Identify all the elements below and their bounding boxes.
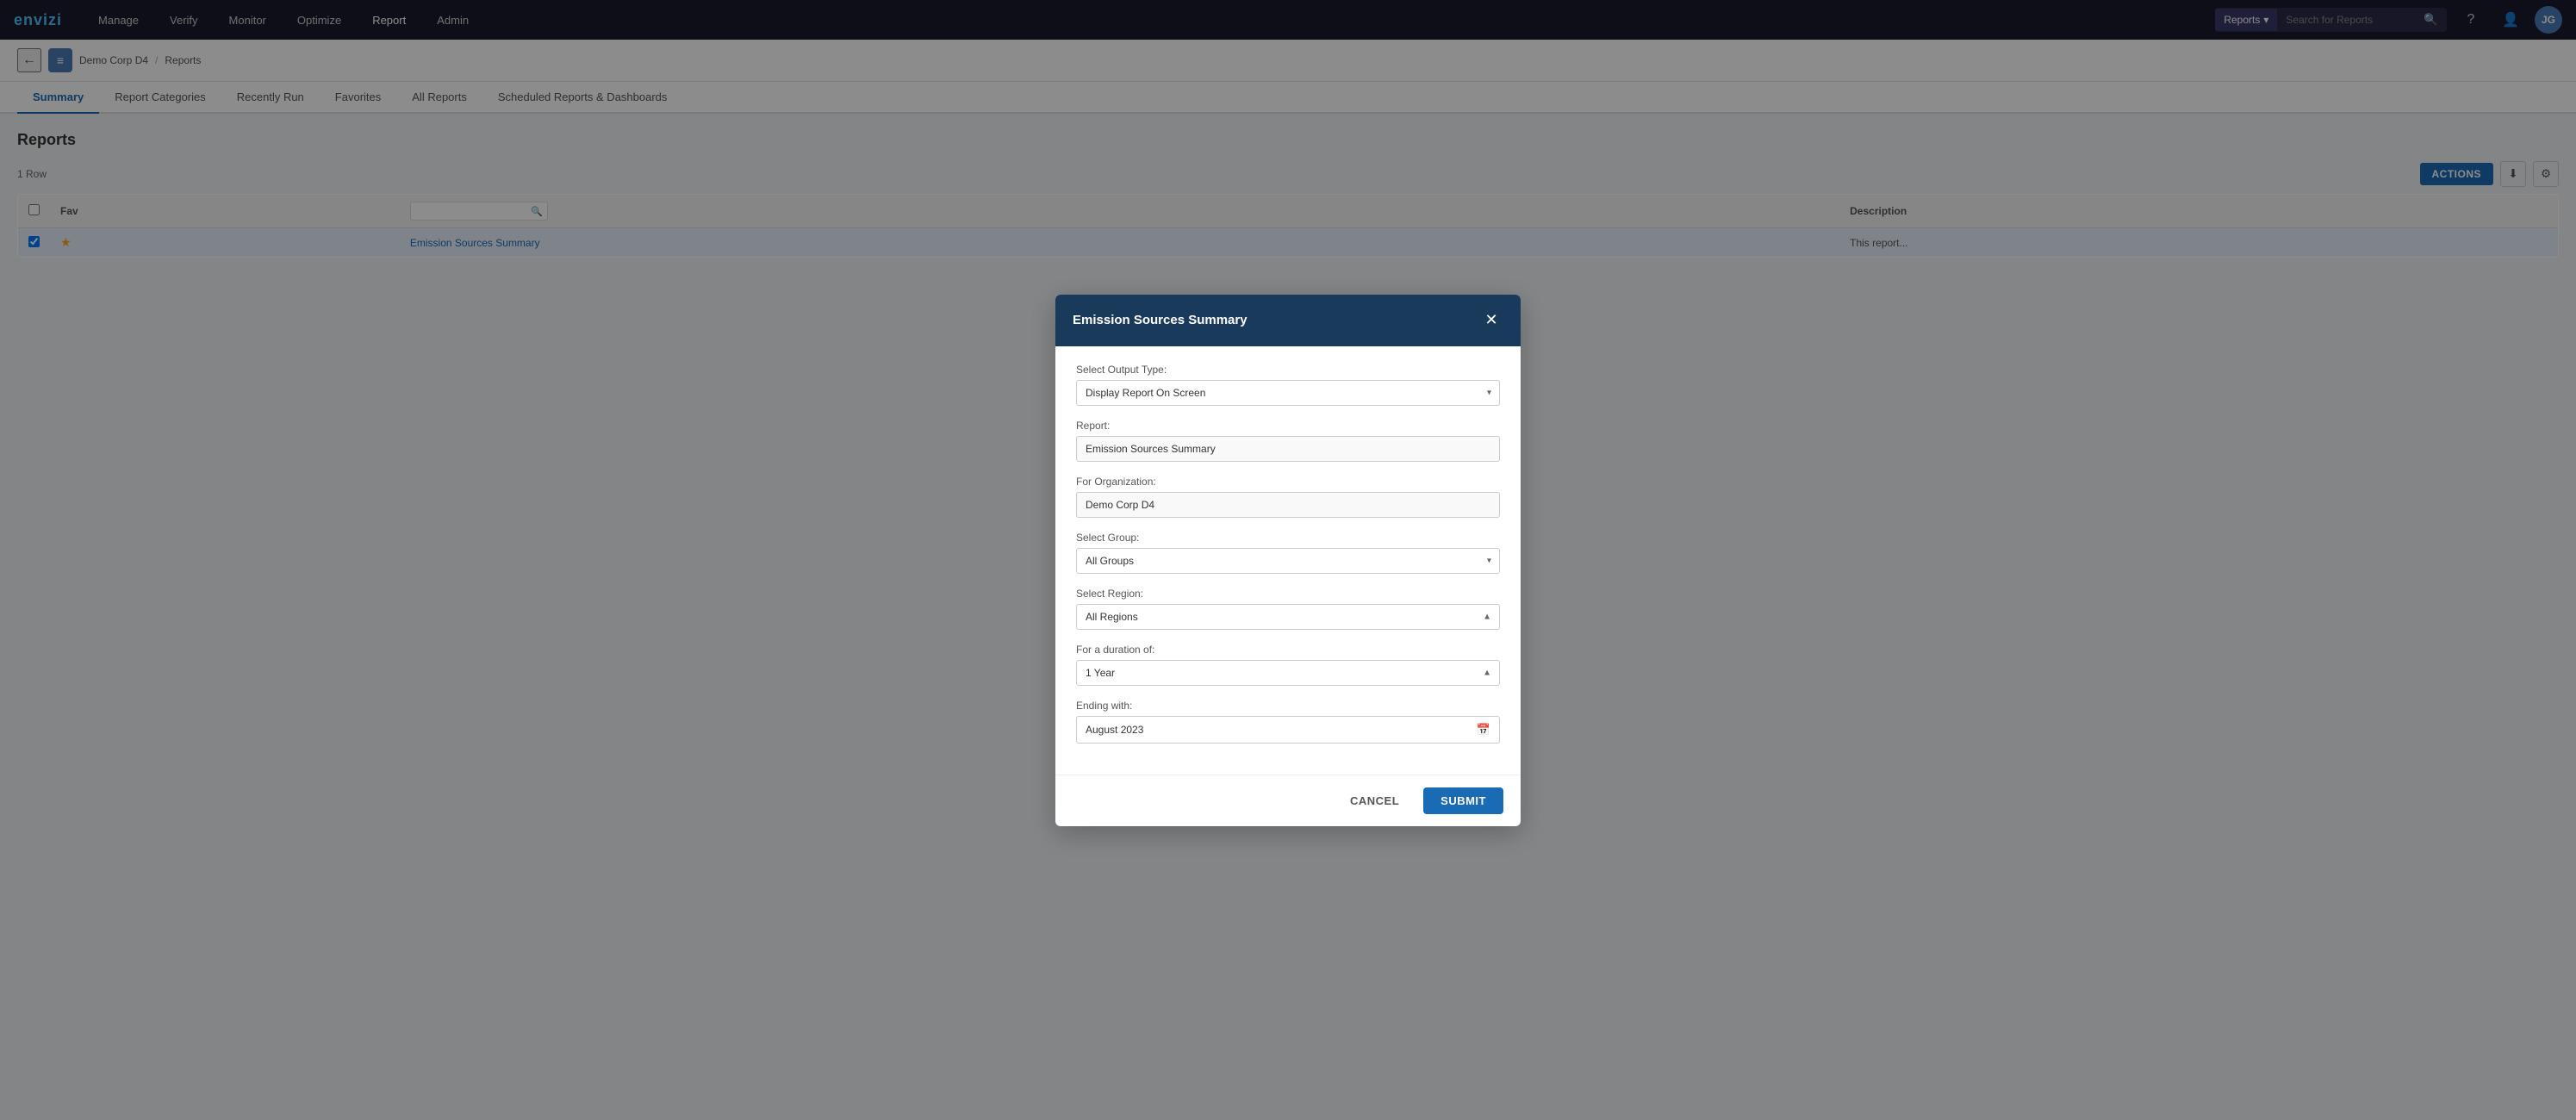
output-type-select[interactable]: Display Report On Screen Download as PDF… — [1076, 380, 1500, 406]
region-label: Select Region: — [1076, 588, 1500, 600]
ending-date-wrapper: 📅 — [1076, 716, 1500, 744]
calendar-icon[interactable]: 📅 — [1477, 723, 1490, 737]
org-input — [1076, 492, 1500, 518]
modal-overlay[interactable]: Emission Sources Summary ✕ Select Output… — [0, 0, 2576, 1120]
org-label: For Organization: — [1076, 476, 1500, 488]
region-select-wrapper: All Regions Region A Region B ▲ — [1076, 604, 1500, 630]
ending-label: Ending with: — [1076, 700, 1500, 712]
ending-date-input[interactable] — [1086, 724, 1470, 736]
close-icon: ✕ — [1484, 311, 1497, 329]
group-group: Select Group: All Groups Group A Group B… — [1076, 532, 1500, 574]
modal-header: Emission Sources Summary ✕ — [1055, 295, 1521, 346]
modal-title: Emission Sources Summary — [1073, 313, 1248, 327]
emission-sources-modal: Emission Sources Summary ✕ Select Output… — [1055, 295, 1521, 826]
duration-select-wrapper: 1 Year 6 Months 3 Months 1 Month ▲ — [1076, 660, 1500, 686]
submit-button[interactable]: SUBMIT — [1423, 787, 1503, 814]
report-input — [1076, 436, 1500, 462]
output-type-select-wrapper: Display Report On Screen Download as PDF… — [1076, 380, 1500, 406]
ending-group: Ending with: 📅 — [1076, 700, 1500, 744]
duration-group: For a duration of: 1 Year 6 Months 3 Mon… — [1076, 644, 1500, 686]
region-group: Select Region: All Regions Region A Regi… — [1076, 588, 1500, 630]
group-select-wrapper: All Groups Group A Group B ▾ — [1076, 548, 1500, 574]
modal-footer: CANCEL SUBMIT — [1055, 775, 1521, 826]
group-select[interactable]: All Groups Group A Group B — [1076, 548, 1500, 574]
report-label: Report: — [1076, 420, 1500, 432]
duration-label: For a duration of: — [1076, 644, 1500, 656]
duration-select[interactable]: 1 Year 6 Months 3 Months 1 Month — [1076, 660, 1500, 686]
modal-close-button[interactable]: ✕ — [1479, 308, 1503, 333]
output-type-group: Select Output Type: Display Report On Sc… — [1076, 364, 1500, 406]
report-group: Report: — [1076, 420, 1500, 462]
group-label: Select Group: — [1076, 532, 1500, 544]
organization-group: For Organization: — [1076, 476, 1500, 518]
region-select[interactable]: All Regions Region A Region B — [1076, 604, 1500, 630]
modal-body: Select Output Type: Display Report On Sc… — [1055, 346, 1521, 775]
output-type-label: Select Output Type: — [1076, 364, 1500, 376]
cancel-button[interactable]: CANCEL — [1335, 787, 1415, 814]
